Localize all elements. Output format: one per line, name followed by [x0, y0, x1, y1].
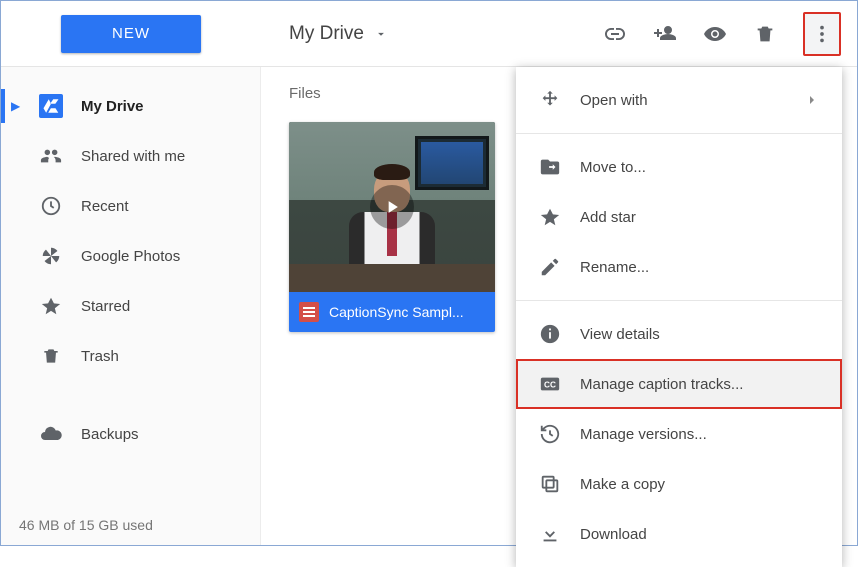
topbar-actions	[603, 12, 857, 56]
context-menu: Open with Move to... Add star Rename... …	[516, 67, 842, 567]
play-icon[interactable]	[370, 185, 414, 229]
menu-item-label: Move to...	[580, 159, 646, 176]
sidebar-item-label: Trash	[81, 348, 119, 365]
link-icon[interactable]	[603, 22, 627, 46]
topbar-left: NEW	[1, 15, 261, 53]
menu-item-label: Manage versions...	[580, 426, 707, 443]
info-icon	[538, 322, 562, 346]
sidebar-item-my-drive[interactable]: ▶ My Drive	[1, 81, 260, 131]
chevron-down-icon	[374, 27, 388, 41]
file-title: CaptionSync Sampl...	[329, 304, 464, 320]
sidebar-item-backups[interactable]: Backups	[1, 409, 260, 459]
caret-right-icon: ▶	[11, 99, 20, 113]
move-arrows-icon	[538, 88, 562, 112]
file-meta: CaptionSync Sampl...	[289, 292, 495, 332]
trash-icon[interactable]	[753, 22, 777, 46]
menu-item-label: Add star	[580, 209, 636, 226]
menu-move-to[interactable]: Move to...	[516, 142, 842, 192]
video-file-icon	[299, 302, 319, 322]
menu-separator	[516, 133, 842, 134]
people-icon	[39, 144, 63, 168]
sidebar-item-label: Backups	[81, 426, 139, 443]
menu-open-with[interactable]: Open with	[516, 75, 842, 125]
sidebar-item-label: Shared with me	[81, 148, 185, 165]
menu-separator	[516, 300, 842, 301]
svg-text:CC: CC	[544, 381, 556, 390]
sidebar-item-photos[interactable]: Google Photos	[1, 231, 260, 281]
menu-view-details[interactable]: View details	[516, 309, 842, 359]
nav-list: ▶ My Drive Shared with me Rec	[1, 67, 260, 381]
more-actions-button[interactable]	[803, 12, 841, 56]
menu-manage-versions[interactable]: Manage versions...	[516, 409, 842, 459]
storage-text: 46 MB of 15 GB used	[1, 507, 260, 545]
clock-icon	[39, 194, 63, 218]
download-icon	[538, 522, 562, 546]
history-icon	[538, 422, 562, 446]
sidebar-item-label: My Drive	[81, 98, 144, 115]
preview-eye-icon[interactable]	[703, 22, 727, 46]
menu-item-label: Rename...	[580, 259, 649, 276]
trash-icon	[39, 344, 63, 368]
menu-item-label: Download	[580, 526, 647, 543]
drive-icon	[39, 94, 63, 118]
thumb-table	[289, 264, 495, 292]
star-icon	[39, 294, 63, 318]
pencil-icon	[538, 255, 562, 279]
file-card[interactable]: CaptionSync Sampl...	[289, 122, 495, 332]
sidebar-item-shared[interactable]: Shared with me	[1, 131, 260, 181]
chevron-right-icon	[804, 92, 820, 108]
menu-rename[interactable]: Rename...	[516, 242, 842, 292]
topbar: NEW My Drive	[1, 1, 857, 67]
menu-add-star[interactable]: Add star	[516, 192, 842, 242]
sidebar-item-starred[interactable]: Starred	[1, 281, 260, 331]
sidebar-item-label: Recent	[81, 198, 129, 215]
cc-icon: CC	[538, 372, 562, 396]
pinwheel-icon	[39, 244, 63, 268]
star-icon	[538, 205, 562, 229]
new-button[interactable]: NEW	[61, 15, 201, 53]
video-thumbnail[interactable]	[289, 122, 495, 292]
copy-icon	[538, 472, 562, 496]
menu-item-label: Open with	[580, 92, 648, 109]
menu-item-label: View details	[580, 326, 660, 343]
menu-download[interactable]: Download	[516, 509, 842, 559]
menu-manage-captions[interactable]: CC Manage caption tracks...	[516, 359, 842, 409]
menu-item-label: Manage caption tracks...	[580, 376, 743, 393]
sidebar-item-label: Starred	[81, 298, 130, 315]
sidebar-item-label: Google Photos	[81, 248, 180, 265]
menu-item-label: Make a copy	[580, 476, 665, 493]
sidebar-item-trash[interactable]: Trash	[1, 331, 260, 381]
breadcrumb-title: My Drive	[289, 23, 364, 45]
breadcrumb[interactable]: My Drive	[261, 23, 603, 45]
cloud-icon	[39, 422, 63, 446]
sidebar: ▶ My Drive Shared with me Rec	[1, 67, 261, 545]
folder-arrow-icon	[538, 155, 562, 179]
menu-make-copy[interactable]: Make a copy	[516, 459, 842, 509]
add-person-icon[interactable]	[653, 22, 677, 46]
sidebar-item-recent[interactable]: Recent	[1, 181, 260, 231]
